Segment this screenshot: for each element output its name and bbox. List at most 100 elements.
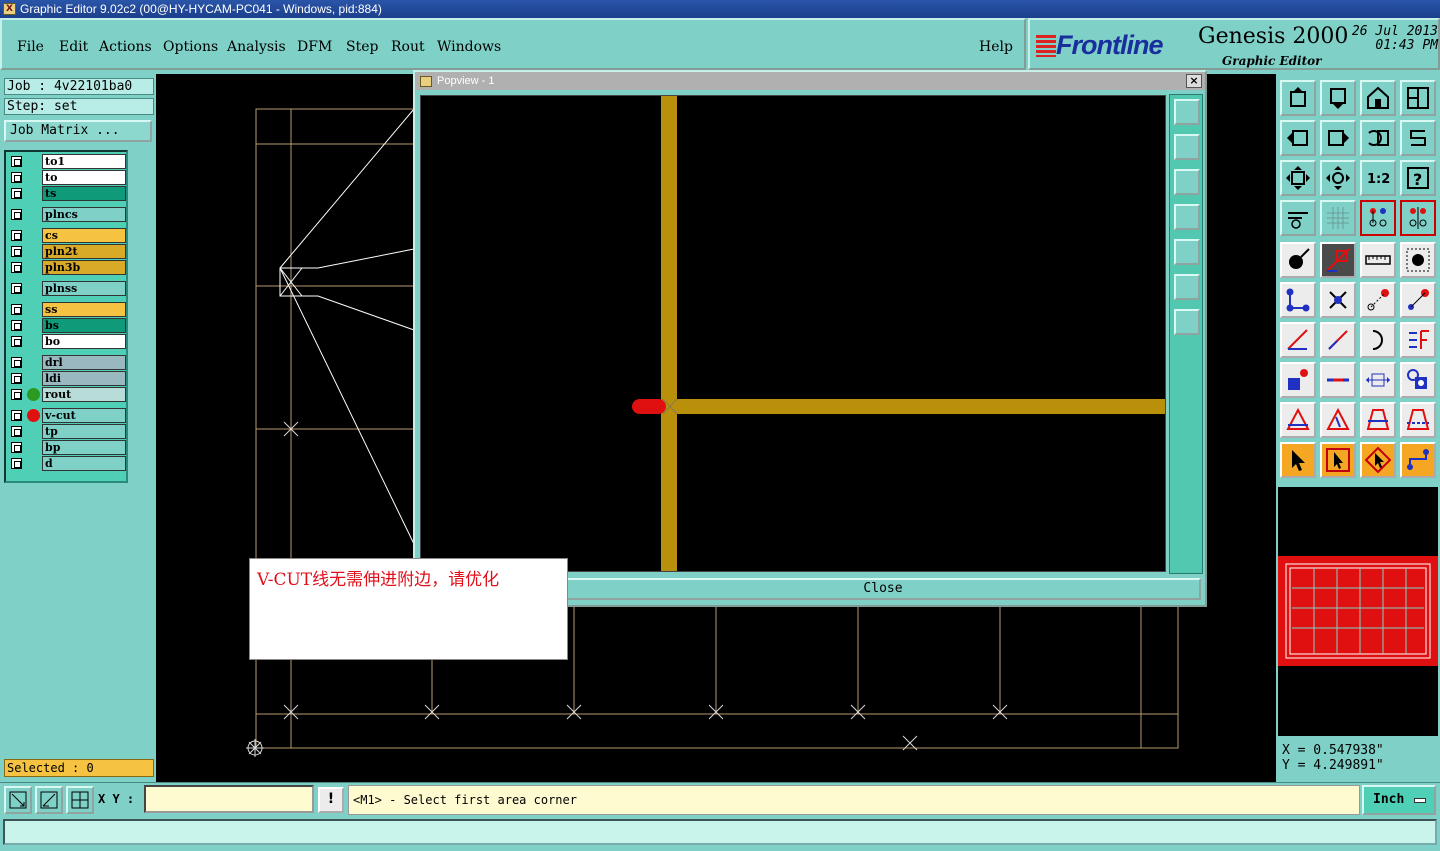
layer-row-to1[interactable]: to1 xyxy=(8,154,126,169)
menu-edit[interactable]: Edit xyxy=(59,39,88,55)
layer-row-plncs[interactable]: plncs xyxy=(8,207,126,222)
popview-close-button[interactable]: Close xyxy=(565,578,1201,600)
draw-line-tool[interactable] xyxy=(1320,322,1356,358)
pan-left-tool[interactable] xyxy=(1280,120,1316,156)
measure-distance-tool[interactable] xyxy=(1360,362,1396,398)
layer-checkbox[interactable] xyxy=(11,230,22,241)
zoom-all-tool[interactable] xyxy=(1320,160,1356,196)
menu-rout[interactable]: Rout xyxy=(391,39,425,55)
layer-checkbox[interactable] xyxy=(11,209,22,220)
layer-row-cs[interactable]: cs xyxy=(8,228,126,243)
layer-row-rout[interactable]: rout xyxy=(8,387,126,402)
line-node-tool[interactable] xyxy=(1360,282,1396,318)
select-net-tool[interactable] xyxy=(1400,442,1436,478)
layer-checkbox[interactable] xyxy=(11,304,22,315)
trace-tool[interactable] xyxy=(1320,362,1356,398)
tools-palette-tool[interactable] xyxy=(1280,200,1316,236)
select-poly-tool[interactable] xyxy=(1360,442,1396,478)
draw-arc-tool[interactable] xyxy=(1360,322,1396,358)
layer-row-bp[interactable]: bp xyxy=(8,440,126,455)
polygon-cut-tool[interactable] xyxy=(1400,402,1436,438)
polygon-tool[interactable] xyxy=(1280,402,1316,438)
overview-map[interactable] xyxy=(1278,556,1438,666)
popview-pan-right-button[interactable] xyxy=(1174,239,1200,265)
menu-analysis[interactable]: Analysis xyxy=(227,39,286,55)
layer-row-to[interactable]: to xyxy=(8,170,126,185)
zoom-fit-tool[interactable] xyxy=(1280,160,1316,196)
layer-row-drl[interactable]: drl xyxy=(8,355,126,370)
popview-zoom-in-button[interactable] xyxy=(1174,309,1200,335)
layer-checkbox[interactable] xyxy=(11,283,22,294)
draw-angle-tool[interactable] xyxy=(1280,322,1316,358)
layer-checkbox[interactable] xyxy=(11,458,22,469)
pan-down-tool[interactable] xyxy=(1320,80,1356,116)
job-matrix-button[interactable]: Job Matrix ... xyxy=(4,120,152,142)
component-tool[interactable] xyxy=(1400,362,1436,398)
zoom-1to2-tool[interactable]: 1:2 xyxy=(1360,160,1396,196)
pad-node-tool[interactable] xyxy=(1280,362,1316,398)
menu-windows[interactable]: Windows xyxy=(437,39,501,55)
layer-row-v-cut[interactable]: v-cut xyxy=(8,408,126,423)
select-box-tool[interactable] xyxy=(1320,442,1356,478)
menu-actions[interactable]: Actions xyxy=(99,39,152,55)
layer-row-d[interactable]: d xyxy=(8,456,126,471)
move-node-tool[interactable] xyxy=(1400,282,1436,318)
popview-canvas[interactable] xyxy=(420,95,1166,572)
layer-checkbox[interactable] xyxy=(11,320,22,331)
layer-row-bs[interactable]: bs xyxy=(8,318,126,333)
popview-pan-left-button[interactable] xyxy=(1174,204,1200,230)
xy-input[interactable] xyxy=(144,785,314,813)
grid-mode-button[interactable] xyxy=(66,786,94,814)
measure-angle-tool[interactable] xyxy=(1320,242,1356,278)
alert-button[interactable]: ! xyxy=(318,787,344,813)
layer-checkbox[interactable] xyxy=(11,188,22,199)
layer-checkbox[interactable] xyxy=(11,262,22,273)
layout-tool[interactable] xyxy=(1400,80,1436,116)
help-tool[interactable]: ? xyxy=(1400,160,1436,196)
measure-point-tool[interactable] xyxy=(1280,242,1316,278)
layer-checkbox[interactable] xyxy=(11,442,22,453)
menu-options[interactable]: Options xyxy=(163,39,218,55)
menu-help[interactable]: Help xyxy=(979,39,1013,55)
layer-checkbox[interactable] xyxy=(11,336,22,347)
home-tool[interactable] xyxy=(1360,80,1396,116)
redraw-tool[interactable] xyxy=(1400,120,1436,156)
popview-zoom-out-button[interactable] xyxy=(1174,274,1200,300)
popview-close-icon[interactable]: × xyxy=(1186,74,1202,88)
pan-right-tool[interactable] xyxy=(1320,120,1356,156)
select-arrow-tool[interactable] xyxy=(1280,442,1316,478)
menu-step[interactable]: Step xyxy=(346,39,378,55)
layer-checkbox[interactable] xyxy=(11,246,22,257)
layer-row-pln2t[interactable]: pln2t xyxy=(8,244,126,259)
snap-mode-button[interactable] xyxy=(4,786,32,814)
grid-tool[interactable] xyxy=(1320,200,1356,236)
pan-up-tool[interactable] xyxy=(1280,80,1316,116)
units-selector[interactable]: Inch xyxy=(1362,785,1436,815)
snap-tool[interactable] xyxy=(1360,200,1396,236)
ruler-tool[interactable] xyxy=(1360,242,1396,278)
layer-checkbox[interactable] xyxy=(11,410,22,421)
undo-zoom-tool[interactable] xyxy=(1360,120,1396,156)
layer-row-bo[interactable]: bo xyxy=(8,334,126,349)
text-tool[interactable] xyxy=(1400,322,1436,358)
measure-mode-button[interactable] xyxy=(35,786,63,814)
popview-pan-up-button[interactable] xyxy=(1174,134,1200,160)
polygon-select-tool[interactable] xyxy=(1320,402,1356,438)
snap-center-tool[interactable] xyxy=(1400,200,1436,236)
layer-checkbox[interactable] xyxy=(11,357,22,368)
layer-row-pln3b[interactable]: pln3b xyxy=(8,260,126,275)
menu-file[interactable]: File xyxy=(17,39,44,55)
layer-checkbox[interactable] xyxy=(11,156,22,167)
layer-row-tp[interactable]: tp xyxy=(8,424,126,439)
polygon-fill-tool[interactable] xyxy=(1360,402,1396,438)
layer-row-ss[interactable]: ss xyxy=(8,302,126,317)
popview-zoom-fit-button[interactable] xyxy=(1174,99,1200,125)
layer-checkbox[interactable] xyxy=(11,172,22,183)
layer-checkbox[interactable] xyxy=(11,389,22,400)
layer-checkbox[interactable] xyxy=(11,373,22,384)
menu-dfm[interactable]: DFM xyxy=(297,39,332,55)
layer-row-plnss[interactable]: plnss xyxy=(8,281,126,296)
pad-tool[interactable] xyxy=(1400,242,1436,278)
layer-checkbox[interactable] xyxy=(11,426,22,437)
delete-node-tool[interactable] xyxy=(1320,282,1356,318)
